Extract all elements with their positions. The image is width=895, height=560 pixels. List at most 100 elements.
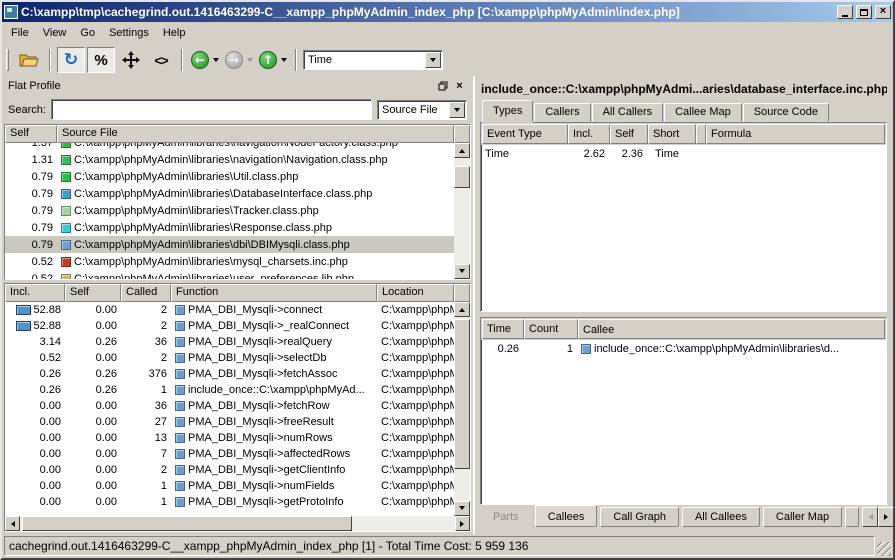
column-header-self[interactable]: Self [5,125,57,143]
table-row[interactable]: 0.79C:\xampp\phpMyAdmin\libraries\Databa… [5,185,454,202]
tab-callees[interactable]: Callees [535,505,598,527]
scroll-left-button[interactable] [5,516,20,531]
table-row[interactable]: 0.000.0027PMA_DBI_Mysqli->freeResultC:\x… [5,414,454,430]
table-row[interactable]: 0.260.26376PMA_DBI_Mysqli->fetchAssocC:\… [5,366,454,382]
table-row[interactable]: 0.520.002PMA_DBI_Mysqli->selectDbC:\xamp… [5,350,454,366]
minimize-button[interactable] [837,5,853,19]
column-header-short[interactable]: Short [648,124,696,144]
function-cell: PMA_DBI_Mysqli->_realConnect [171,320,377,332]
tab-caller-map[interactable]: Caller Map [763,507,842,527]
search-input[interactable] [51,99,372,120]
column-header-formula[interactable]: Formula [706,124,885,144]
maximize-button[interactable] [856,5,872,19]
incl-value: 0.00 [40,432,61,444]
table-row[interactable]: 52.880.002PMA_DBI_Mysqli->_realConnectC:… [5,318,454,334]
back-dropdown-icon[interactable] [213,58,219,65]
scroll-track[interactable] [454,317,470,501]
float-dock-button[interactable] [435,79,450,93]
table-row[interactable]: 0.260.261include_once::C:\xampp\phpMyAd.… [5,382,454,398]
table-row[interactable]: 0.79C:\xampp\phpMyAdmin\libraries\Tracke… [5,202,454,219]
column-header-function[interactable]: Function [171,284,377,302]
table-row[interactable]: 0.000.001PMA_DBI_Mysqli->numFieldsC:\xam… [5,478,454,494]
close-button[interactable]: × [875,5,891,19]
tab-scroll-left-button[interactable] [862,507,878,527]
file-path: C:\xampp\phpMyAdmin\libraries\DatabaseIn… [74,188,372,200]
event-type-row[interactable]: Time 2.62 2.36 Time [481,145,886,162]
column-header-called[interactable]: Called [121,284,171,302]
event-type-dropdown-button[interactable] [425,52,441,68]
tab-all-callers[interactable]: All Callers [592,103,664,122]
scroll-down-button[interactable] [454,264,470,279]
tab-machine[interactable]: Machine [845,507,859,527]
source-vertical-scrollbar[interactable] [454,143,470,279]
table-row[interactable]: 0.000.002PMA_DBI_Mysqli->getClientInfoC:… [5,462,454,478]
forward-button[interactable]: → [225,51,253,69]
tab-all-callees[interactable]: All Callees [682,507,760,527]
column-header-incl[interactable]: Incl. [5,284,65,302]
up-button[interactable]: ↑ [259,51,287,69]
menu-file[interactable]: File [4,24,36,42]
scroll-down-button[interactable] [454,501,470,516]
title-bar[interactable]: C:\xampp\tmp\cachegrind.out.1416463299-C… [2,2,893,22]
table-row[interactable]: 0.000.001PMA_DBI_Mysqli->getProtoInfoC:\… [5,494,454,510]
column-header-event-type[interactable]: Event Type [482,124,568,144]
scroll-up-button[interactable] [454,302,470,317]
table-row[interactable]: 3.140.2636PMA_DBI_Mysqli->realQueryC:\xa… [5,334,454,350]
column-header-self[interactable]: Self [65,284,121,302]
relative-cost-button[interactable]: <> [147,47,175,73]
table-row[interactable]: 0.52C:\xampp\phpMyAdmin\libraries\user_p… [5,270,454,279]
scroll-right-button[interactable] [455,516,470,531]
table-row[interactable]: 0.000.0013PMA_DBI_Mysqli->numRowsC:\xamp… [5,430,454,446]
menu-settings[interactable]: Settings [102,24,156,42]
column-header-incl[interactable]: Incl. [568,124,610,144]
tab-types[interactable]: Types [482,100,533,122]
table-row[interactable]: 0.000.0036PMA_DBI_Mysqli->fetchRowC:\xam… [5,398,454,414]
group-by-dropdown-button[interactable] [449,102,465,118]
column-header-self[interactable]: Self [610,124,648,144]
table-row[interactable]: 0.000.007PMA_DBI_Mysqli->affectedRowsC:\… [5,446,454,462]
close-dock-button[interactable]: × [452,79,467,93]
scroll-track[interactable] [20,516,455,531]
tab-callers[interactable]: Callers [534,103,590,122]
function-horizontal-scrollbar[interactable] [5,516,470,531]
table-row[interactable]: 1.31C:\xampp\phpMyAdmin\libraries\naviga… [5,151,454,168]
table-row[interactable]: 1.37C:\xampp\phpMyAdmin\libraries\naviga… [5,143,454,151]
scroll-thumb[interactable] [454,166,470,188]
menu-go[interactable]: Go [73,24,102,42]
tab-scroll-right-button[interactable] [878,507,894,527]
column-header-callee[interactable]: Callee [578,319,885,339]
table-row[interactable]: 0.79C:\xampp\phpMyAdmin\libraries\Respon… [5,219,454,236]
column-header-source-file[interactable]: Source File [57,125,454,143]
column-header-location[interactable]: Location [377,284,454,302]
toolbar-handle[interactable] [6,49,9,71]
scroll-track[interactable] [454,158,470,264]
table-row[interactable]: 0.79C:\xampp\phpMyAdmin\libraries\Util.c… [5,168,454,185]
scroll-thumb[interactable] [22,516,352,531]
expand-cost-button[interactable] [117,47,145,73]
menu-view[interactable]: View [36,24,74,42]
tab-callee-map[interactable]: Callee Map [664,103,742,122]
percent-toggle-button[interactable]: % [87,47,115,73]
function-vertical-scrollbar[interactable] [454,302,470,516]
callee-row[interactable]: 0.26 1 include_once::C:\xampp\phpMyAdmin… [481,340,886,357]
menu-help[interactable]: Help [156,24,193,42]
open-file-button[interactable] [15,47,43,73]
column-header-blank[interactable] [696,124,706,144]
tab-source-code[interactable]: Source Code [743,103,829,122]
column-header-time[interactable]: Time [482,319,524,339]
reload-button[interactable]: ↻ [57,47,85,73]
column-header-count[interactable]: Count [524,319,578,339]
back-button[interactable]: ← [191,51,219,69]
forward-dropdown-icon[interactable] [247,58,253,65]
dock-title-bar[interactable]: Flat Profile × [4,76,471,95]
up-dropdown-icon[interactable] [281,58,287,65]
event-type-select[interactable]: Time [303,50,443,70]
scroll-up-button[interactable] [454,143,470,158]
table-row[interactable]: 0.52C:\xampp\phpMyAdmin\libraries\mysql_… [5,253,454,270]
table-row[interactable]: 52.880.002PMA_DBI_Mysqli->connectC:\xamp… [5,302,454,318]
scroll-thumb[interactable] [454,319,470,469]
group-by-select[interactable]: Source File [377,100,467,120]
resize-grip[interactable] [877,542,891,556]
table-row[interactable]: 0.79C:\xampp\phpMyAdmin\libraries\dbi\DB… [5,236,454,253]
tab-call-graph[interactable]: Call Graph [600,507,679,527]
